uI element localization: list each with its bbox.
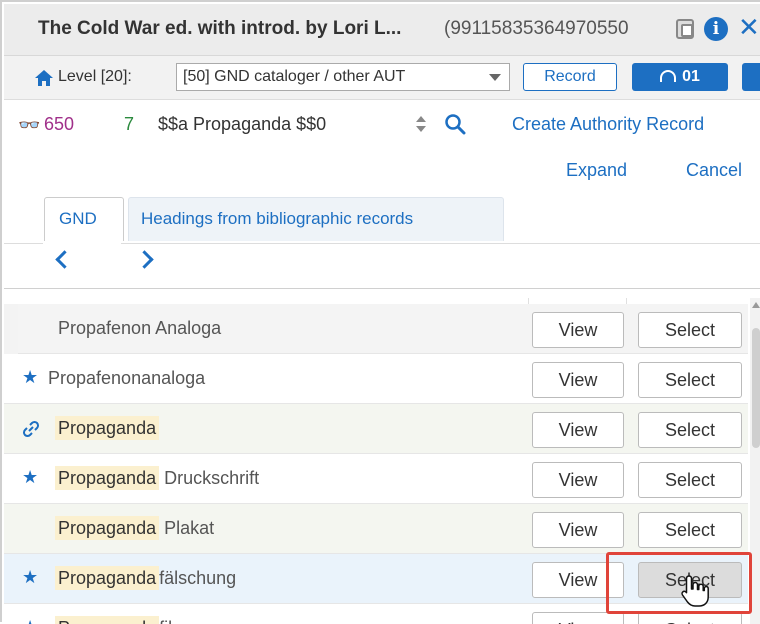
table-row: ★ Propaganda Druckschrift View Select: [4, 454, 748, 504]
level-dropdown-value: [50] GND cataloger / other AUT: [183, 68, 406, 85]
tab-bar: GND Headings from bibliographic records: [4, 197, 760, 243]
heading-rest: film: [159, 618, 187, 624]
heading-rest: Druckschrift: [159, 468, 260, 488]
heading-text: Propaganda: [55, 416, 160, 440]
divider: [4, 288, 760, 289]
catalog-editor-panel: The Cold War ed. with introd. by Lori L.…: [0, 0, 760, 624]
gauge-icon: [660, 70, 677, 82]
home-icon[interactable]: [34, 68, 54, 88]
view-button[interactable]: View: [532, 312, 624, 348]
matched-term: Propaganda: [55, 566, 160, 590]
star-icon: ★: [22, 567, 39, 587]
close-icon[interactable]: ✕: [738, 12, 760, 43]
table-row: Propafenon Analoga View Select: [4, 304, 748, 354]
field-subfields[interactable]: $$a Propaganda $$0: [158, 114, 326, 135]
heading-text: Propaganda Plakat: [55, 516, 215, 540]
select-button[interactable]: Select: [638, 412, 742, 448]
table-row: Propaganda Plakat View Select: [4, 504, 748, 554]
chevron-down-icon: [489, 74, 501, 81]
scroll-up-arrow[interactable]: [752, 302, 760, 308]
binoculars-icon[interactable]: 👓: [18, 115, 40, 136]
heading-rest: Plakat: [159, 518, 215, 538]
pager: [42, 247, 202, 275]
heading-rest: fälschung: [159, 568, 237, 588]
select-button[interactable]: Select: [638, 462, 742, 498]
tab-headings-from-bibliographic-records[interactable]: Headings from bibliographic records: [128, 197, 504, 241]
matched-term: Propaganda: [55, 516, 160, 540]
highlight-callout-box: [606, 552, 752, 614]
counter-value: 01: [682, 68, 700, 85]
view-button[interactable]: View: [532, 512, 624, 548]
tab-gnd[interactable]: GND: [44, 197, 124, 241]
info-icon[interactable]: i: [704, 17, 728, 41]
star-icon: ★: [22, 367, 39, 387]
heading-text: Propafenonanaloga: [48, 368, 205, 389]
field-tag: 650: [44, 114, 75, 134]
record-id: (99115835364970550: [444, 18, 629, 39]
copy-icon[interactable]: [676, 19, 694, 39]
view-button[interactable]: View: [532, 412, 624, 448]
table-row: ★ Propafenonanaloga View Select: [4, 354, 748, 404]
marc-field-line: 👓 650 7 $$a Propaganda $$0 Create Author…: [4, 100, 760, 152]
heading-text: Propaganda Druckschrift: [55, 466, 260, 490]
select-button[interactable]: Select: [638, 362, 742, 398]
matched-term: Propaganda: [55, 466, 160, 490]
select-button[interactable]: Select: [638, 312, 742, 348]
select-button[interactable]: Select: [638, 512, 742, 548]
scroll-thumb[interactable]: [752, 328, 760, 448]
heading-text: Propagandafilm: [55, 616, 187, 624]
expand-link[interactable]: Expand: [566, 160, 627, 181]
heading-text: Propaganda fälschung: [55, 566, 237, 590]
record-button[interactable]: Record: [523, 63, 617, 91]
heading-rest: Propafenon Analoga: [58, 318, 222, 338]
level-label: Level [20]:: [58, 68, 132, 85]
row-gutter: [4, 304, 18, 354]
matched-term: Propaganda: [55, 616, 160, 624]
search-icon[interactable]: [444, 113, 466, 135]
heading-rest: Propafenonanaloga: [48, 368, 206, 388]
field-indicator: 7: [124, 114, 135, 134]
level-dropdown[interactable]: [50] GND cataloger / other AUT: [176, 63, 510, 91]
link-icon: [22, 420, 40, 438]
record-title-bar: The Cold War ed. with introd. by Lori L.…: [4, 4, 760, 56]
chevron-right-icon[interactable]: [135, 250, 154, 269]
star-icon: ★: [22, 617, 38, 624]
chevron-left-icon[interactable]: [55, 250, 74, 269]
matched-term: Propaganda: [55, 416, 160, 440]
heading-text: Propafenon Analoga: [58, 318, 221, 339]
level-toolbar: Level [20]: [50] GND cataloger / other A…: [4, 56, 760, 100]
overflow-button[interactable]: [742, 63, 760, 91]
view-button[interactable]: View: [532, 362, 624, 398]
tab-active-gap: [43, 242, 121, 244]
hand-cursor-icon: [681, 575, 709, 607]
table-row: Propaganda View Select: [4, 404, 748, 454]
spinner-arrows-icon[interactable]: [414, 113, 428, 135]
counter-button[interactable]: 01: [632, 63, 728, 91]
star-icon: ★: [22, 467, 39, 487]
record-title: The Cold War ed. with introd. by Lori L.…: [38, 18, 402, 39]
cancel-link[interactable]: Cancel: [686, 160, 742, 181]
create-authority-record-link[interactable]: Create Authority Record: [512, 114, 704, 135]
view-button[interactable]: View: [532, 462, 624, 498]
